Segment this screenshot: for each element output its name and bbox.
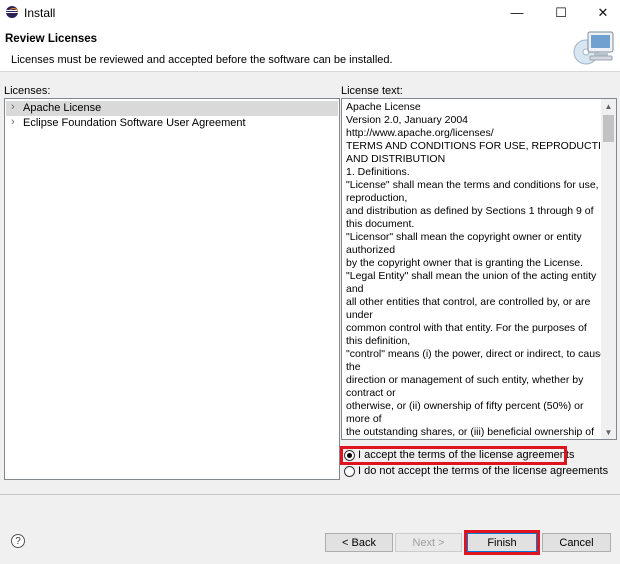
back-button[interactable]: < Back — [325, 533, 393, 552]
license-text-line: the outstanding shares, or (iii) benefic… — [346, 426, 595, 438]
next-button[interactable]: Next > — [395, 533, 462, 552]
decline-radio-option[interactable]: I do not accept the terms of the license… — [344, 464, 608, 478]
accept-highlight-box — [340, 446, 567, 465]
license-text-line: authorized — [346, 244, 396, 256]
license-text-label: License text: — [341, 85, 403, 97]
page-description: Licenses must be reviewed and accepted b… — [11, 54, 393, 66]
page-title: Review Licenses — [5, 33, 98, 45]
license-text-line: Apache License — [346, 101, 421, 113]
cancel-button[interactable]: Cancel — [542, 533, 611, 552]
license-text-line: otherwise, or (ii) ownership of fifty pe… — [346, 400, 584, 412]
license-text-body: Apache License Version 2.0, January 2004 h… — [346, 101, 617, 439]
finish-highlight-box — [464, 530, 540, 555]
scroll-down-arrow-icon[interactable]: ▼ — [601, 425, 616, 439]
license-text-line: Version 2.0, January 2004 — [346, 114, 469, 126]
help-icon[interactable]: ? — [11, 534, 25, 548]
license-text-line: direction or management of such entity, … — [346, 374, 584, 386]
license-text-line: AND DISTRIBUTION — [346, 153, 446, 165]
tree-item-label: Apache License — [23, 102, 102, 114]
tree-item-eclipse-agreement[interactable]: › Eclipse Foundation Software User Agree… — [6, 116, 338, 131]
license-text-line: this definition, — [346, 335, 411, 347]
decline-radio[interactable] — [344, 465, 355, 477]
license-text-line: TERMS AND CONDITIONS FOR USE, REPRODUCTI… — [346, 140, 617, 152]
tree-item-apache-license[interactable]: › Apache License — [6, 101, 338, 116]
scroll-thumb[interactable] — [603, 115, 614, 142]
license-text-line: this document. — [346, 218, 415, 230]
wizard-header: Review Licenses Licenses must be reviewe… — [0, 25, 620, 72]
license-text-line: more of — [346, 413, 382, 425]
window-title: Install — [24, 6, 56, 20]
title-bar: Install — ☐ ✕ — [0, 0, 620, 25]
eclipse-icon — [6, 6, 18, 18]
license-text-line: all other entities that control, are con… — [346, 296, 591, 308]
decline-radio-label[interactable]: I do not accept the terms of the license… — [358, 465, 608, 477]
license-text-line: and — [346, 283, 364, 295]
license-text-line: by the copyright owner that is granting … — [346, 257, 583, 269]
license-text-line: common control with that entity. For the… — [346, 322, 587, 334]
license-text-line: reproduction, — [346, 192, 408, 204]
licenses-tree: › Apache License › Eclipse Foundation So… — [4, 98, 340, 480]
scroll-up-arrow-icon[interactable]: ▲ — [601, 99, 616, 113]
footer-separator — [0, 494, 620, 495]
monitor-cd-icon — [573, 31, 614, 65]
license-text-line: "Legal Entity" shall mean the union of t… — [346, 270, 597, 282]
close-button[interactable]: ✕ — [582, 0, 620, 25]
chevron-right-icon[interactable]: › — [11, 101, 15, 113]
vertical-scrollbar[interactable]: ▲ ▼ — [601, 99, 616, 439]
tree-item-label: Eclipse Foundation Software User Agreeme… — [23, 117, 246, 129]
license-text-line: "License" shall mean the terms and condi… — [346, 179, 599, 191]
minimize-button[interactable]: — — [496, 0, 538, 25]
license-text-line: and distribution as defined by Sections … — [346, 205, 594, 217]
license-text-line: "control" means (i) the power, direct or… — [346, 348, 607, 360]
chevron-right-icon[interactable]: › — [11, 116, 15, 128]
license-text-line: http://www.apache.org/licenses/ — [346, 127, 494, 139]
license-text-line: contract or — [346, 387, 396, 399]
license-text-line: the — [346, 361, 361, 373]
license-text-area[interactable]: Apache License Version 2.0, January 2004 h… — [341, 98, 617, 440]
license-text-line: under — [346, 309, 373, 321]
licenses-label: Licenses: — [4, 85, 51, 97]
license-text-line: 1. Definitions. — [346, 166, 410, 178]
license-text-line: "Licensor" shall mean the copyright owne… — [346, 231, 582, 243]
maximize-button[interactable]: ☐ — [540, 0, 582, 25]
